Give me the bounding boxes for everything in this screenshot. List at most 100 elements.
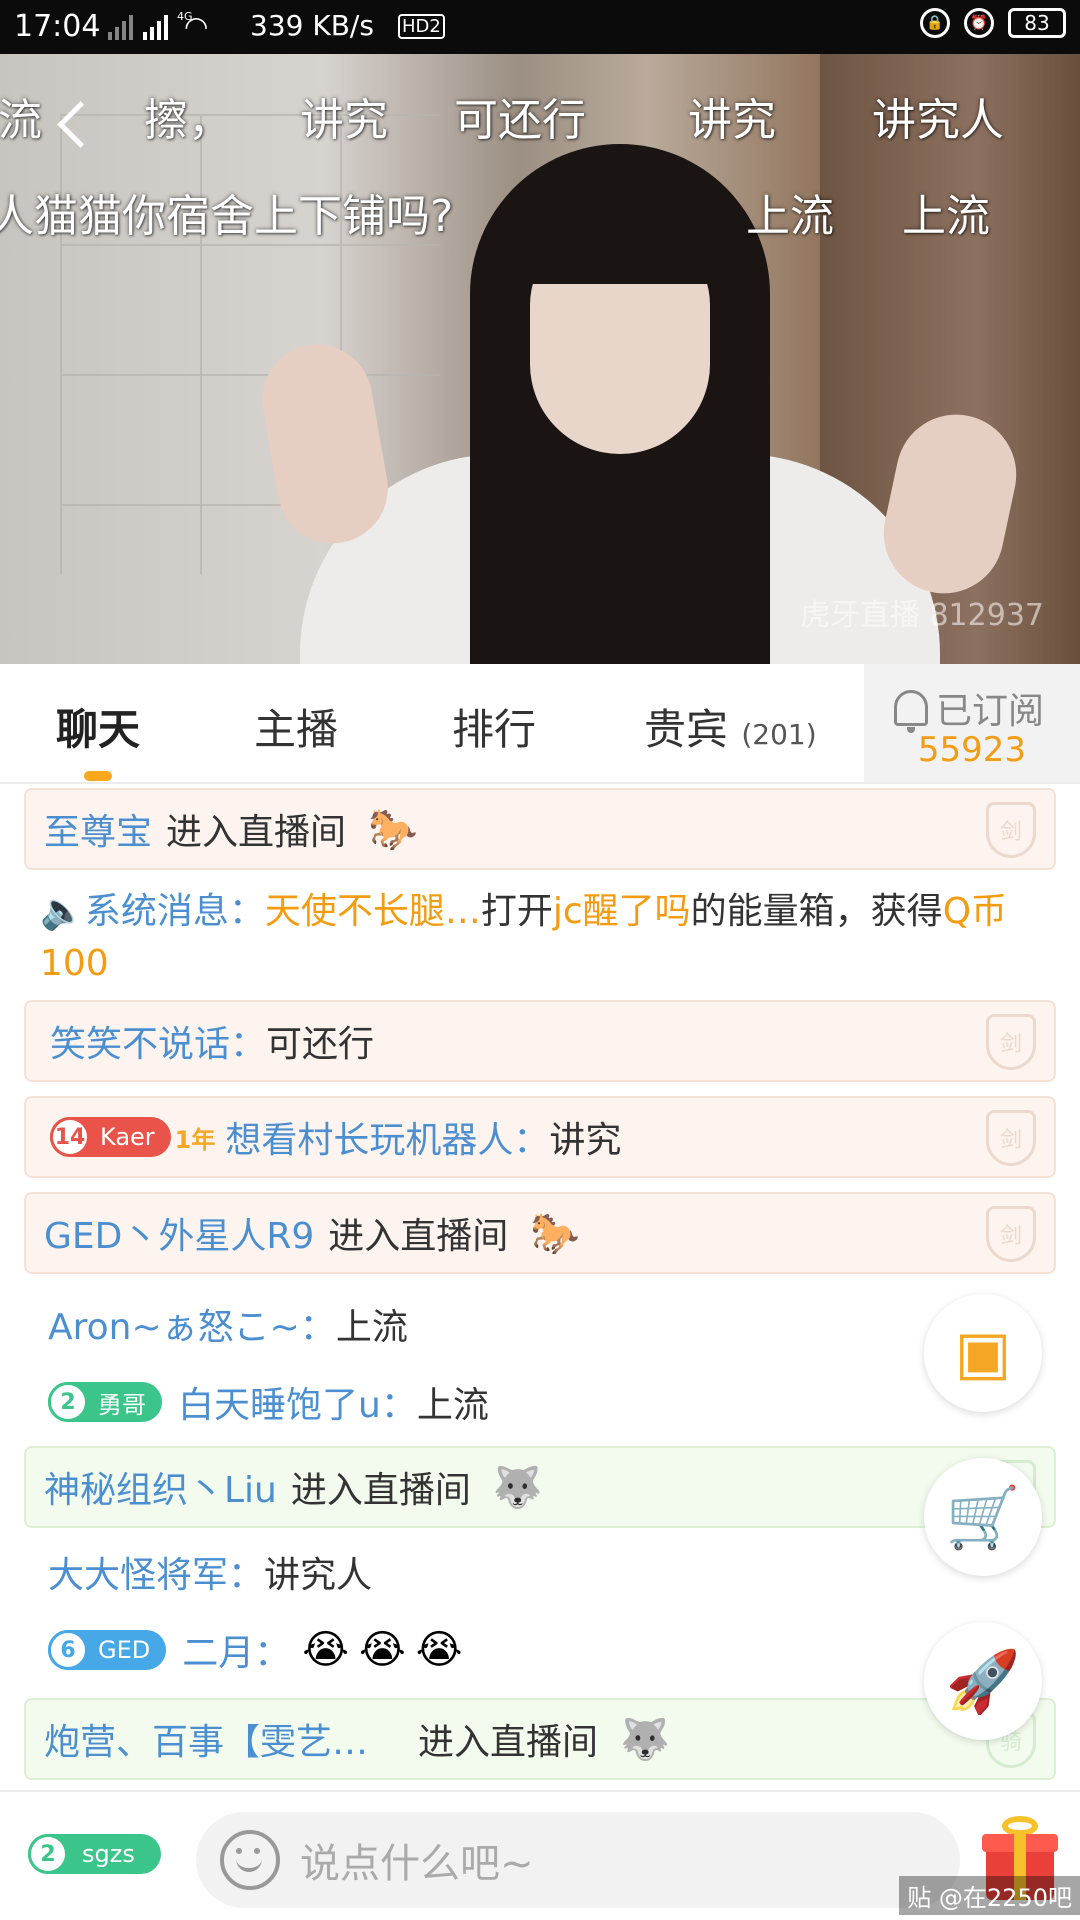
- shopping-cart-button[interactable]: 🛒: [924, 1458, 1042, 1576]
- chat-message: 14 Kaer 1年 想看村长玩机器人： 讲究 剑: [24, 1096, 1056, 1178]
- badge-level: 2: [48, 1382, 88, 1422]
- subscribe-label: 已订阅: [936, 691, 1045, 732]
- horse-icon: 🐎: [530, 1210, 581, 1257]
- crying-emoji-icon: 😭: [302, 1627, 350, 1673]
- crying-emoji-icon: 😭: [359, 1627, 406, 1673]
- wolf-icon: 🐺: [492, 1464, 543, 1511]
- badge-name: Kaer: [100, 1123, 155, 1151]
- danmaku-comment: 可还行: [454, 95, 586, 146]
- gift-icon: [1002, 1816, 1038, 1836]
- shopping-cart-icon: 🛒: [945, 1482, 1021, 1553]
- danmaku-comment: 人猫猫你宿舍上下铺吗?: [0, 191, 454, 242]
- chat-username[interactable]: 炮营、百事【雯艺…: [44, 1713, 368, 1765]
- status-bar: 17:04 4G ◠ 339 KB/s HD2 🔒 ⏰ 83: [0, 0, 1080, 54]
- badge-name: 勇哥: [98, 1390, 146, 1419]
- my-fan-badge[interactable]: 2 sgzs: [28, 1834, 161, 1874]
- chat-entry-message: 炮营、百事【雯艺… 进入直播间 🐺 骑: [24, 1698, 1056, 1780]
- back-button[interactable]: [50, 94, 100, 154]
- chat-action: 进入直播间: [166, 812, 347, 853]
- badge-level: 6: [48, 1630, 88, 1670]
- tab-vip-label: 贵宾: [644, 705, 729, 754]
- video-watermark: 虎牙直播 812937: [799, 598, 1044, 633]
- chat-action: 进入直播间: [290, 1470, 471, 1511]
- year-badge: 1年: [174, 1125, 216, 1154]
- danmaku-comment: 讲究人: [872, 95, 1004, 146]
- emoji-icon[interactable]: [220, 1830, 280, 1890]
- crying-emoji-icon: 😭: [415, 1627, 463, 1673]
- horse-icon: 🐎: [368, 806, 418, 853]
- chat-text: 上流: [335, 1307, 408, 1348]
- battery-icon: 83: [1008, 8, 1066, 38]
- badge-name: sgzs: [82, 1840, 135, 1868]
- chat-text: 讲究人: [264, 1555, 373, 1596]
- video-player[interactable]: 虎牙直播 812937 流 擦， 讲究 可还行 讲究 讲究人 人猫猫你宿舍上下铺…: [0, 54, 1080, 664]
- chat-username[interactable]: GED丶外星人R9: [44, 1207, 314, 1259]
- chat-username[interactable]: 白天睡饱了u：: [178, 1376, 417, 1428]
- tab-chat[interactable]: 聊天: [56, 696, 140, 757]
- shield-icon: 剑: [986, 1014, 1036, 1070]
- system-host[interactable]: jc醒了吗: [553, 891, 691, 932]
- tab-vip[interactable]: 贵宾 (201): [644, 696, 817, 757]
- chat-list[interactable]: 至尊宝 进入直播间 🐎 剑 🔈系统消息：天使不长腿…打开jc醒了吗的能量箱，获得…: [0, 786, 1080, 1786]
- chat-message: 笑笑不说话： 可还行 剑: [24, 1000, 1056, 1082]
- network-speed: 339 KB/s: [250, 9, 374, 42]
- system-prefix: 系统消息：: [84, 891, 265, 932]
- footer-watermark: 贴 @在2250吧: [899, 1876, 1080, 1915]
- danmaku-comment: 讲究: [688, 95, 776, 146]
- bell-icon: [894, 690, 928, 733]
- tab-bar: 聊天 主播 排行 贵宾 (201) 已订阅 55923: [0, 664, 1080, 784]
- system-text: 打开: [480, 891, 553, 932]
- danmaku-comment: 擦，: [144, 95, 232, 146]
- network-tag: 4G: [177, 9, 193, 23]
- chat-text: 上流: [416, 1385, 489, 1426]
- fan-badge[interactable]: 2 勇哥: [48, 1382, 162, 1422]
- battery-level: 83: [1024, 11, 1050, 35]
- chat-message: 2 勇哥 白天睡饱了u： 上流: [24, 1372, 1056, 1432]
- wolf-icon: 🐺: [620, 1716, 670, 1763]
- chat-username[interactable]: 笑笑不说话：: [50, 1015, 266, 1067]
- lock-rotation-icon: 🔒: [920, 8, 950, 38]
- chat-message: Aron~ぁ怒こ~： 上流: [24, 1294, 1056, 1354]
- system-user[interactable]: 天使不长腿…: [265, 891, 481, 932]
- chat-entry-message: 神秘组织丶Liu 进入直播间 🐺 剑: [24, 1446, 1056, 1528]
- chat-action: 进入直播间: [328, 1216, 509, 1257]
- chat-text: 讲究: [549, 1120, 622, 1161]
- chat-username[interactable]: 大大怪将军：: [48, 1546, 264, 1598]
- hd-icon: HD2: [398, 14, 445, 39]
- treasure-chest-button[interactable]: ▣: [924, 1294, 1042, 1412]
- chat-entry-message: 至尊宝 进入直播间 🐎 剑: [24, 788, 1056, 870]
- chat-message: 大大怪将军： 讲究人: [24, 1542, 1056, 1602]
- rocket-button[interactable]: 🚀: [924, 1622, 1042, 1740]
- tab-ranking[interactable]: 排行: [452, 696, 536, 757]
- rocket-icon: 🚀: [945, 1646, 1021, 1717]
- tab-vip-count: (201): [741, 718, 817, 751]
- subscriber-count: 55923: [917, 730, 1027, 770]
- shield-icon: 剑: [986, 1206, 1036, 1262]
- signal-icons: 4G ◠: [108, 10, 208, 43]
- bottom-input-bar: 2 sgzs 说点什么吧~ 贴 @在2250吧: [0, 1790, 1080, 1920]
- alarm-icon: ⏰: [964, 8, 994, 38]
- tab-streamer[interactable]: 主播: [254, 696, 338, 757]
- chat-input[interactable]: 说点什么吧~: [196, 1812, 960, 1908]
- chat-text: 可还行: [266, 1024, 375, 1065]
- fan-badge[interactable]: 6 GED: [48, 1630, 167, 1670]
- shield-icon: 剑: [986, 802, 1036, 858]
- chat-action: 进入直播间: [418, 1722, 599, 1763]
- system-message: 🔈系统消息：天使不长腿…打开jc醒了吗的能量箱，获得Q币100: [40, 886, 1040, 990]
- speaker-icon: 🔈: [40, 891, 85, 932]
- danmaku-comment: 上流: [746, 191, 834, 242]
- subscribe-button[interactable]: 已订阅 55923: [864, 664, 1080, 782]
- chat-username[interactable]: 二月：: [182, 1624, 290, 1676]
- danmaku-comment: 流: [0, 95, 42, 146]
- chat-username[interactable]: 神秘组织丶Liu: [44, 1461, 277, 1513]
- system-text: 的能量箱，获得: [690, 891, 943, 932]
- fan-badge[interactable]: 14 Kaer: [50, 1117, 171, 1157]
- chat-username[interactable]: 至尊宝: [44, 803, 152, 855]
- chat-username[interactable]: 想看村长玩机器人：: [225, 1111, 549, 1163]
- signal-icon: [108, 14, 133, 40]
- badge-level: 2: [28, 1834, 68, 1874]
- danmaku-comment: 上流: [902, 191, 990, 242]
- chat-username[interactable]: Aron~ぁ怒こ~：: [48, 1298, 336, 1350]
- chat-entry-message: GED丶外星人R9 进入直播间 🐎 剑: [24, 1192, 1056, 1274]
- signal-4g-icon: 4G: [143, 10, 193, 40]
